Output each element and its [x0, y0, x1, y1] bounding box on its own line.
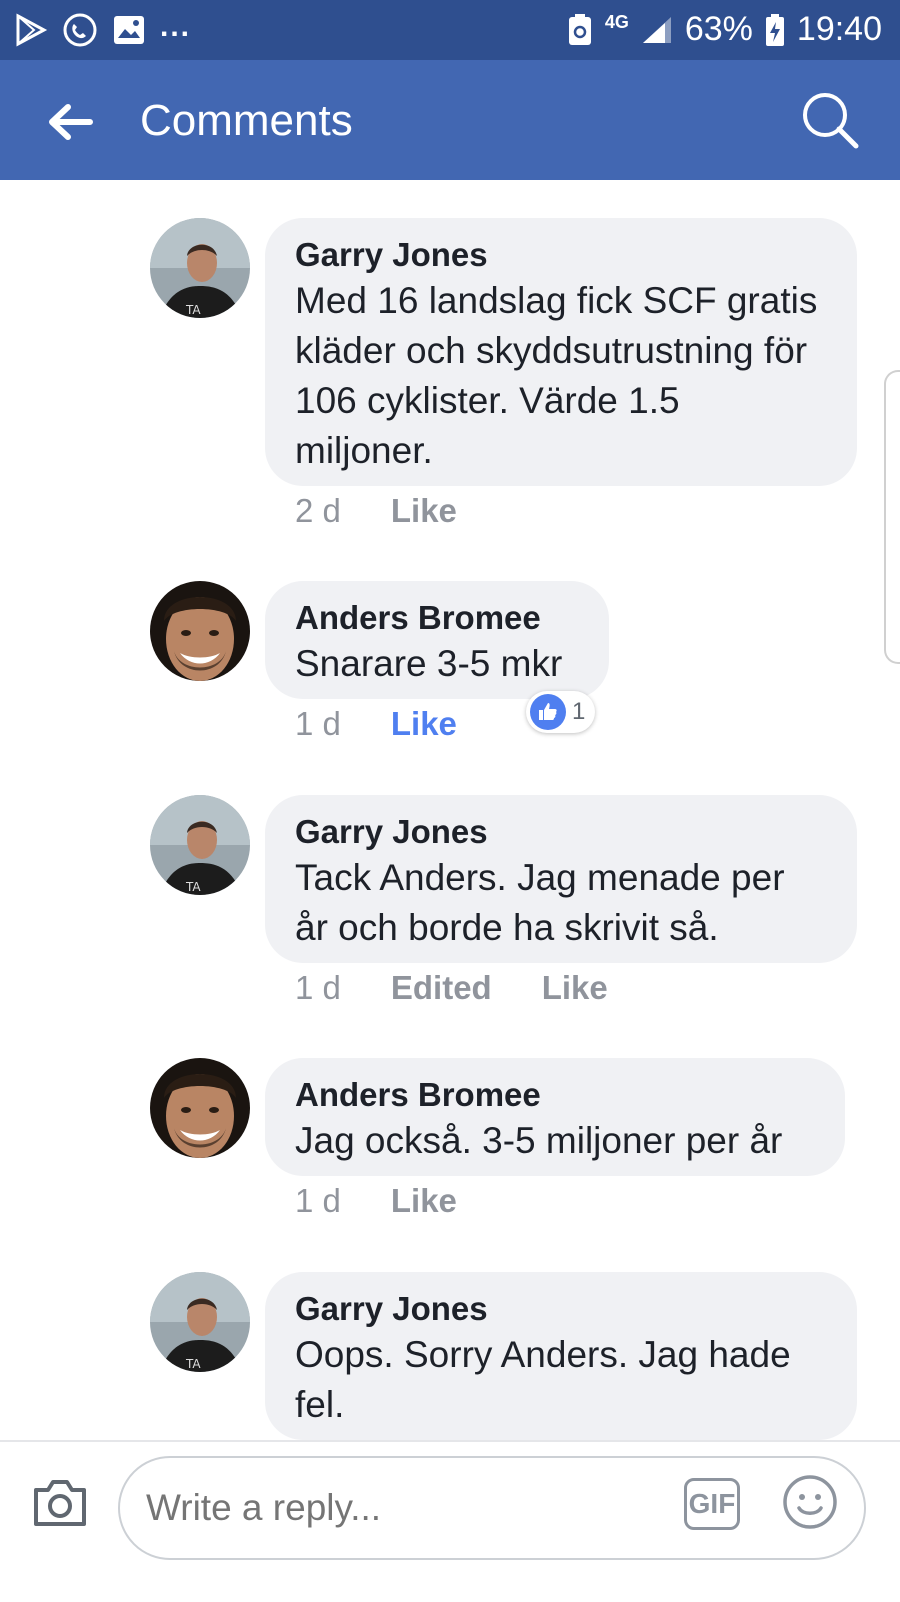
avatar-anders-bromee[interactable]	[150, 581, 250, 681]
edited-label[interactable]: Edited	[391, 969, 492, 1007]
status-right-icons: 4G 63% 19:40	[567, 10, 882, 49]
like-button[interactable]: Like	[542, 969, 608, 1007]
page-title: Comments	[140, 96, 353, 145]
comment-bubble[interactable]: Garry Jones Oops. Sorry Anders. Jag hade…	[265, 1272, 857, 1440]
status-left-icons: ...	[14, 10, 192, 48]
comment-timestamp[interactable]: 1 d	[295, 705, 341, 743]
status-bar: ... 4G 63% 19:40	[0, 0, 900, 60]
comment-author[interactable]: Anders Bromee	[295, 1074, 815, 1116]
like-button[interactable]: Like	[391, 705, 457, 743]
gallery-icon	[114, 16, 144, 44]
comment-meta: 2 d Like	[295, 492, 457, 530]
comment-author[interactable]: Garry Jones	[295, 811, 827, 853]
search-icon[interactable]	[798, 88, 862, 152]
comment-timestamp[interactable]: 2 d	[295, 492, 341, 530]
network-type: 4G	[604, 12, 629, 32]
comment-timestamp[interactable]: 1 d	[295, 969, 341, 1007]
comment-bubble[interactable]: Anders Bromee Jag också. 3-5 miljoner pe…	[265, 1058, 845, 1176]
reaction-summary[interactable]: 1	[526, 691, 596, 733]
comment-text: Oops. Sorry Anders. Jag hade fel.	[295, 1334, 791, 1425]
reaction-count: 1	[572, 698, 586, 725]
comment-text: Med 16 landslag fick SCF gratis kläder o…	[295, 280, 818, 471]
data-saver-icon	[568, 13, 591, 45]
comment-meta: 1 d Edited Like	[295, 969, 608, 1007]
like-button[interactable]: Like	[391, 1182, 457, 1220]
svg-text:TA: TA	[185, 1357, 201, 1371]
avatar-garry-jones[interactable]: TA	[150, 218, 250, 318]
avatar-anders-bromee[interactable]	[150, 1058, 250, 1158]
comment-bubble[interactable]: Anders Bromee Snarare 3-5 mkr	[265, 581, 609, 699]
camera-icon[interactable]	[30, 1472, 90, 1532]
comment-author[interactable]: Garry Jones	[295, 1288, 827, 1330]
scroll-indicator[interactable]	[884, 370, 900, 664]
gif-button[interactable]: GIF	[684, 1478, 740, 1530]
comment-bubble[interactable]: Garry Jones Med 16 landslag fick SCF gra…	[265, 218, 857, 486]
avatar-garry-jones[interactable]: TA	[150, 1272, 250, 1372]
clock: 19:40	[796, 10, 882, 48]
notification-dots: ...	[160, 10, 192, 43]
thumbs-up-icon	[530, 694, 566, 730]
app-bar: Comments	[0, 60, 900, 180]
svg-text:TA: TA	[185, 303, 201, 317]
reply-input[interactable]	[118, 1456, 866, 1560]
comment-timestamp[interactable]: 1 d	[295, 1182, 341, 1220]
reply-composer: GIF	[0, 1440, 900, 1602]
comment-text: Jag också. 3-5 miljoner per år	[295, 1120, 783, 1161]
svg-text:TA: TA	[185, 880, 201, 894]
comment-meta: 1 d Like	[295, 1182, 457, 1220]
comment-bubble[interactable]: Garry Jones Tack Anders. Jag menade per …	[265, 795, 857, 963]
like-button[interactable]: Like	[391, 492, 457, 530]
comment-meta: 1 d Like	[295, 705, 457, 743]
phone-call-icon	[63, 13, 97, 47]
comment-text: Tack Anders. Jag menade per år och borde…	[295, 857, 785, 948]
play-store-icon	[16, 13, 48, 47]
comment-text: Snarare 3-5 mkr	[295, 643, 563, 684]
sticker-smiley-icon[interactable]	[782, 1474, 838, 1530]
back-arrow-icon[interactable]	[44, 96, 96, 148]
battery-charging-icon	[765, 13, 784, 46]
signal-icon	[642, 16, 671, 43]
comment-author[interactable]: Garry Jones	[295, 234, 827, 276]
avatar-garry-jones[interactable]: TA	[150, 795, 250, 895]
battery-percent: 63%	[684, 10, 753, 48]
comment-author[interactable]: Anders Bromee	[295, 597, 579, 639]
